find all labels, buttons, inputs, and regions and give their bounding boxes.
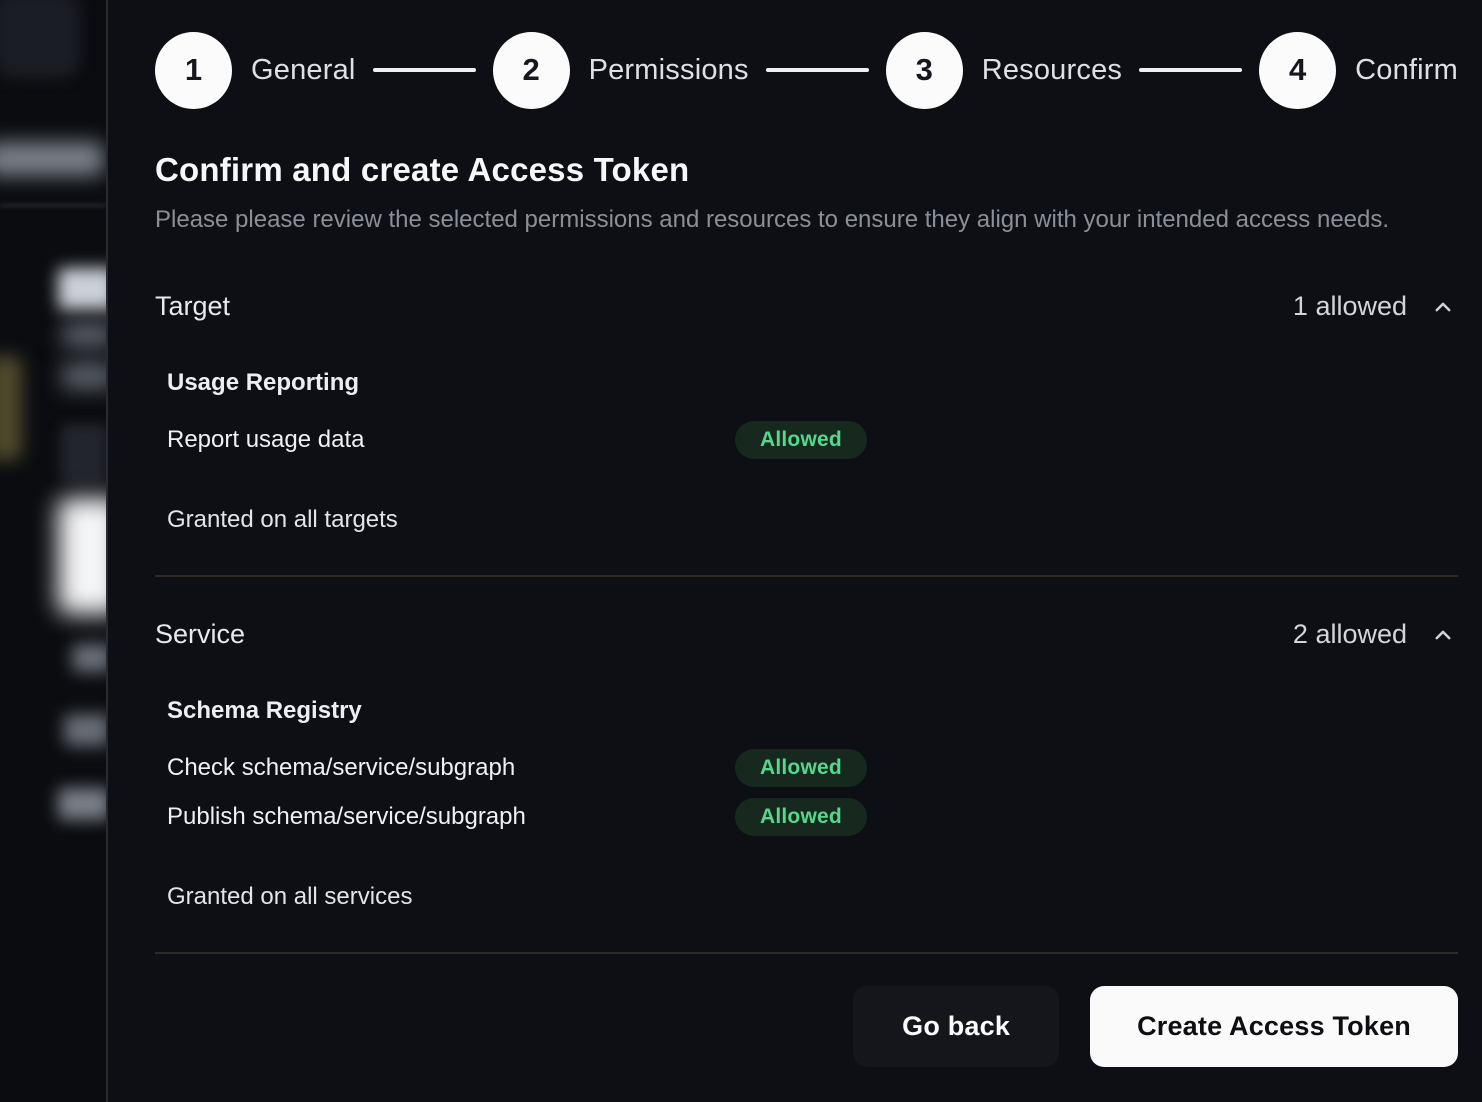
page-title: Confirm and create Access Token	[155, 151, 1458, 189]
step-label: General	[251, 54, 356, 87]
blurred-logo-tile	[0, 0, 80, 78]
step-number-badge: 1	[155, 32, 232, 109]
granted-scope-note: Granted on all services	[167, 883, 1458, 911]
step-general: 1 General	[155, 32, 356, 109]
permission-group-title: Schema Registry	[167, 697, 1458, 725]
screen: 1 General 2 Permissions 3 Resources 4 Co…	[0, 0, 1482, 1102]
step-permissions: 2 Permissions	[493, 32, 749, 109]
section-title: Service	[155, 619, 245, 650]
divider	[155, 575, 1458, 577]
create-access-token-button[interactable]: Create Access Token	[1090, 986, 1458, 1067]
stepper-connector	[373, 68, 476, 72]
permission-group-title: Usage Reporting	[167, 369, 1458, 397]
blurred-accent-blob	[0, 356, 22, 460]
step-label: Permissions	[589, 54, 749, 87]
blurred-list-item	[72, 644, 106, 672]
permission-row: Publish schema/service/subgraph Allowed	[167, 798, 1458, 836]
section-title: Target	[155, 291, 230, 322]
create-access-token-dialog: 1 General 2 Permissions 3 Resources 4 Co…	[106, 0, 1482, 1102]
status-badge: Allowed	[735, 798, 867, 836]
dialog-footer: Go back Create Access Token	[155, 986, 1458, 1067]
stepper-connector	[766, 68, 869, 72]
allowed-count: 2 allowed	[1293, 619, 1407, 650]
chevron-up-icon[interactable]	[1428, 292, 1458, 322]
permission-row: Report usage data Allowed	[167, 421, 1458, 459]
blurred-heading-text	[58, 268, 106, 310]
step-number-badge: 2	[493, 32, 570, 109]
blurred-divider	[0, 204, 106, 207]
page-subtitle: Please please review the selected permis…	[155, 200, 1395, 240]
step-label: Confirm	[1355, 54, 1458, 87]
blurred-nav-text	[0, 142, 104, 176]
blurred-body-text	[62, 362, 106, 390]
blurred-card	[60, 424, 106, 482]
go-back-button[interactable]: Go back	[853, 986, 1059, 1067]
step-resources: 3 Resources	[886, 32, 1122, 109]
blurred-body-text	[62, 322, 106, 348]
step-number-badge: 3	[886, 32, 963, 109]
permission-list: Report usage data Allowed	[167, 421, 1458, 459]
allowed-count: 1 allowed	[1293, 291, 1407, 322]
chevron-up-icon[interactable]	[1428, 620, 1458, 650]
permission-list: Check schema/service/subgraph Allowed Pu…	[167, 749, 1458, 836]
permission-label: Check schema/service/subgraph	[167, 754, 735, 782]
step-confirm: 4 Confirm	[1259, 32, 1458, 109]
permission-label: Publish schema/service/subgraph	[167, 803, 735, 831]
permission-label: Report usage data	[167, 426, 735, 454]
background-page-blurred	[0, 0, 106, 1102]
section-header-target[interactable]: Target 1 allowed	[155, 291, 1458, 322]
permission-row: Check schema/service/subgraph Allowed	[167, 749, 1458, 787]
divider	[155, 952, 1458, 954]
section-header-service[interactable]: Service 2 allowed	[155, 619, 1458, 650]
step-label: Resources	[982, 54, 1122, 87]
blurred-list-item	[64, 714, 106, 746]
blurred-list-item	[58, 788, 106, 820]
step-number-badge: 4	[1259, 32, 1336, 109]
granted-scope-note: Granted on all targets	[167, 506, 1458, 534]
wizard-stepper: 1 General 2 Permissions 3 Resources 4 Co…	[155, 31, 1458, 109]
stepper-connector	[1139, 68, 1242, 72]
blurred-button	[58, 498, 106, 614]
status-badge: Allowed	[735, 749, 867, 787]
status-badge: Allowed	[735, 421, 867, 459]
